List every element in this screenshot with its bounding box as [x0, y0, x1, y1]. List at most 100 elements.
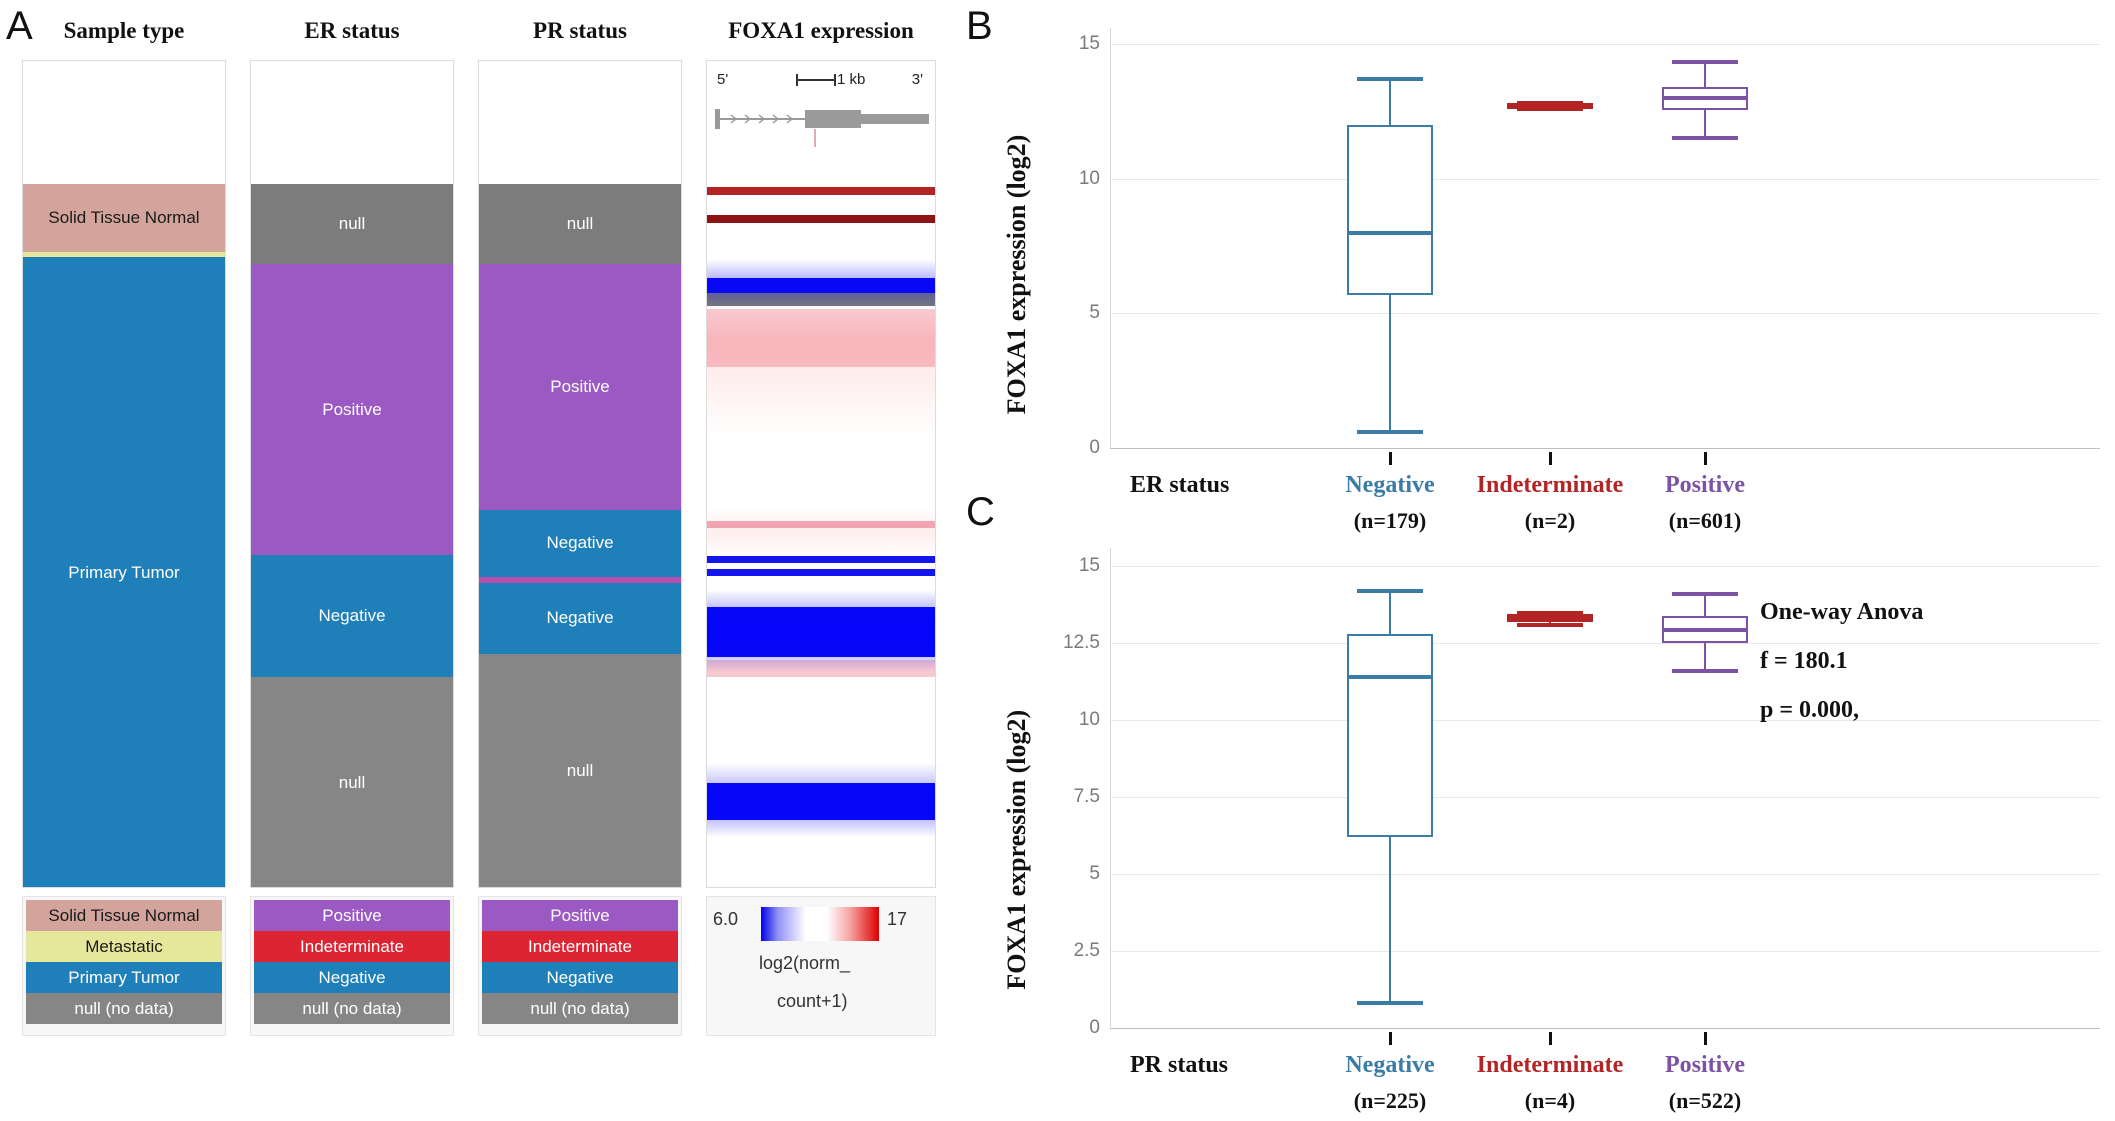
bar-segment: Solid Tissue Normal [23, 183, 225, 253]
category-bar-1: null Positive Negative null [250, 60, 454, 888]
gridline [1110, 797, 2100, 799]
heatmap-row [707, 569, 935, 576]
gridline [1110, 951, 2100, 953]
colorbar-max-label: 17 [887, 909, 908, 929]
gridline [1110, 874, 2100, 876]
heatmap-row [707, 186, 935, 196]
gridline [1110, 178, 2100, 180]
boxplot-whisker-cap [1357, 429, 1423, 434]
x-axis-tick [1549, 1032, 1552, 1045]
bar-segment [23, 61, 225, 184]
heatmap-row [707, 783, 935, 821]
colorbar-caption-line1: log2(norm_ [759, 953, 851, 973]
gridline [1110, 566, 2100, 568]
anova-title: One-way Anova [1760, 599, 1924, 625]
y-axis-title: FOXA1 expression (log2) [1002, 709, 1031, 990]
heatmap-row [707, 195, 935, 215]
plot-area [1110, 548, 2100, 1028]
colorbar-min-label: 6.0 [713, 909, 739, 929]
boxplot-median [1347, 230, 1433, 235]
legend-item: null (no data) [26, 993, 222, 1024]
x-axis-tick [1389, 1032, 1392, 1045]
boxplot-median [1662, 627, 1748, 632]
legend-1: Positive Indeterminate Negative null (no da… [250, 896, 454, 1036]
bar-segment: Primary Tumor [23, 257, 225, 887]
boxplot-median [1507, 615, 1593, 620]
y-axis-tick-label: 5 [1089, 863, 1100, 885]
category-bar-2: null Positive Negative Negative null [478, 60, 682, 888]
boxplot-box [1347, 124, 1433, 295]
legend-item: Solid Tissue Normal [26, 900, 222, 931]
legend-item: Indeterminate [254, 931, 450, 962]
legend-2: Positive Indeterminate Negative null (no da… [478, 896, 682, 1036]
y-axis-line [1110, 28, 1111, 448]
heatmap-row [707, 521, 935, 528]
gene-diagram-icon [715, 74, 929, 147]
category-count: (n=522) [1668, 1088, 1742, 1113]
bar-segment: null [479, 653, 681, 887]
legend-item: Primary Tumor [26, 962, 222, 993]
x-axis-tick [1389, 452, 1392, 465]
anova-p-value: p = 0.000, [1760, 697, 1860, 724]
legend-item: Positive [254, 900, 450, 931]
y-axis-tick-label: 10 [1078, 709, 1100, 731]
y-axis-line [1110, 548, 1111, 1028]
column-header-heatmap: FOXA1 expression [728, 18, 914, 43]
gridline [1110, 720, 2100, 722]
boxplot-median [1347, 675, 1433, 680]
gridline [1110, 448, 2100, 449]
gridline [1110, 44, 2100, 46]
colorbar-gradient [761, 907, 879, 941]
colorbar-legend: 6.0 17 log2(norm_ count+1) [706, 896, 936, 1036]
boxplot-median [1662, 96, 1748, 100]
y-axis-tick-label: 12.5 [1063, 632, 1100, 654]
anova-annotation: One-way Anova f = 180.1 p = 0.000, [1760, 588, 1923, 736]
x-axis-title: PR status [1130, 1052, 1229, 1078]
legend-item: null (no data) [254, 993, 450, 1024]
bar-segment: null [251, 677, 453, 887]
category-name: Positive [1665, 472, 1745, 498]
bar-segment: Negative [479, 582, 681, 654]
boxplot-whisker-cap [1357, 589, 1423, 594]
heatmap-row [707, 556, 935, 563]
anova-f-value: f = 180.1 [1760, 648, 1848, 675]
gridline [1110, 313, 2100, 315]
legend-item: Indeterminate [482, 931, 678, 962]
x-axis-tick [1549, 452, 1552, 465]
boxplot-whisker-cap [1357, 77, 1423, 82]
bar-segment: null [251, 183, 453, 264]
panel-b: B 0 5 10 15 FOXA1 expression (log2) ER status… [960, 0, 2115, 560]
x-axis-category-label: Positive (n=522) [1545, 1052, 1865, 1114]
column-header: Sample type [63, 18, 185, 43]
boxplot-box [1347, 634, 1433, 838]
y-axis-tick-label: 10 [1078, 167, 1100, 189]
boxplot-whisker-cap [1672, 592, 1738, 597]
bar-segment [251, 61, 453, 184]
bar-segment: Negative [479, 509, 681, 577]
foxa1-expression-heatmap: 5' 3' 1 kb [706, 60, 936, 888]
category-bar-0: Solid Tissue Normal Primary Tumor [22, 60, 226, 888]
x-axis-tick [1704, 452, 1707, 465]
bar-segment: Positive [479, 263, 681, 510]
legend-item: Metastatic [26, 931, 222, 962]
boxplot-whisker-cap [1672, 59, 1738, 64]
heatmap-row [707, 309, 935, 368]
heatmap-row [707, 277, 935, 293]
bar-segment [479, 61, 681, 184]
column-header: ER status [304, 18, 400, 43]
heatmap-row [707, 607, 935, 658]
category-name: Positive [1665, 1052, 1745, 1078]
boxplot-whisker-cap [1672, 669, 1738, 674]
legend-item: null (no data) [482, 993, 678, 1024]
boxplot-median [1507, 104, 1593, 109]
boxplot-whisker-cap [1672, 136, 1738, 141]
legend-item: Negative [482, 962, 678, 993]
y-axis-tick-label: 7.5 [1073, 786, 1100, 808]
plot-area [1110, 28, 2100, 448]
y-axis-tick-label: 0 [1089, 437, 1100, 458]
x-axis-tick [1704, 1032, 1707, 1045]
x-axis-title: ER status [1130, 472, 1230, 498]
y-axis-tick-label: 5 [1089, 302, 1100, 324]
legend-item: Negative [254, 962, 450, 993]
gridline [1110, 1028, 2100, 1029]
